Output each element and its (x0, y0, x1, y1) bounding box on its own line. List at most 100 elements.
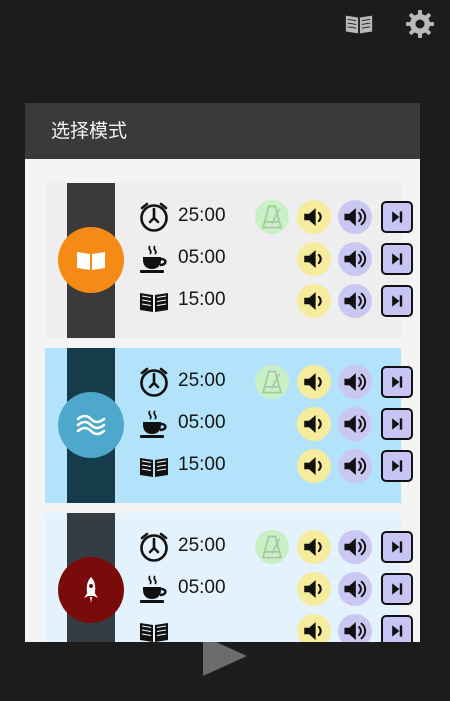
volume-high-icon (342, 369, 368, 395)
volume-high-button[interactable] (338, 407, 372, 441)
mode-card-3[interactable]: 25:00 05:00 (45, 513, 413, 642)
volume-low-button[interactable] (297, 200, 331, 234)
skip-icon (389, 623, 405, 639)
skip-button[interactable] (381, 243, 413, 275)
mode-badge-waves[interactable] (58, 392, 124, 458)
duration-text: 05:00 (178, 247, 226, 268)
volume-high-button[interactable] (338, 614, 372, 642)
volume-high-button[interactable] (338, 200, 372, 234)
volume-high-icon (342, 618, 368, 642)
volume-low-icon (301, 534, 327, 560)
mode-card-2[interactable]: 25:00 05:00 15:00 (45, 348, 413, 503)
clock-icon (138, 531, 170, 563)
duration-text: 25:00 (178, 205, 226, 226)
volume-high-icon (342, 246, 368, 272)
volume-high-button[interactable] (338, 449, 372, 483)
rocket-icon (75, 574, 107, 606)
skip-icon (389, 251, 405, 267)
volume-low-button[interactable] (297, 530, 331, 564)
book-icon (138, 615, 170, 642)
mode-row-work: 25:00 (138, 529, 413, 565)
skip-button[interactable] (381, 615, 413, 642)
skip-icon (389, 293, 405, 309)
volume-high-icon (342, 288, 368, 314)
skip-icon (389, 539, 405, 555)
clock-icon (138, 201, 170, 233)
volume-high-icon (342, 576, 368, 602)
volume-low-icon (301, 288, 327, 314)
volume-low-button[interactable] (297, 614, 331, 642)
mode-list[interactable]: 25:00 05:00 15:00 25:00 05:00 15:00 25:0… (25, 159, 420, 642)
volume-low-icon (301, 204, 327, 230)
volume-high-button[interactable] (338, 365, 372, 399)
mode-row-long-break (138, 613, 413, 642)
mode-card-1[interactable]: 25:00 05:00 15:00 (45, 183, 413, 338)
skip-icon (389, 458, 405, 474)
volume-low-button[interactable] (297, 365, 331, 399)
skip-icon (389, 416, 405, 432)
duration-text: 05:00 (178, 577, 226, 598)
mode-row-long-break: 15:00 (138, 448, 413, 484)
metronome-icon (259, 369, 285, 395)
volume-low-icon (301, 411, 327, 437)
volume-low-icon (301, 369, 327, 395)
play-button[interactable] (203, 636, 247, 676)
volume-high-icon (342, 534, 368, 560)
volume-low-button[interactable] (297, 284, 331, 318)
skip-icon (389, 209, 405, 225)
book-icon (138, 450, 170, 482)
coffee-icon (138, 408, 170, 440)
clock-icon (138, 366, 170, 398)
volume-low-button[interactable] (297, 242, 331, 276)
dialog-title: 选择模式 (25, 103, 420, 159)
book-icon (75, 244, 107, 276)
volume-high-icon (342, 411, 368, 437)
skip-button[interactable] (381, 366, 413, 398)
metronome-button[interactable] (255, 200, 289, 234)
book-icon (138, 285, 170, 317)
volume-low-button[interactable] (297, 572, 331, 606)
coffee-icon (138, 573, 170, 605)
skip-button[interactable] (381, 450, 413, 482)
metronome-icon (259, 534, 285, 560)
metronome-icon (259, 204, 285, 230)
waves-icon (75, 409, 107, 441)
volume-high-button[interactable] (338, 572, 372, 606)
mode-row-work: 25:00 (138, 364, 413, 400)
skip-button[interactable] (381, 573, 413, 605)
duration-text: 05:00 (178, 412, 226, 433)
volume-low-button[interactable] (297, 407, 331, 441)
mode-row-break: 05:00 (138, 241, 413, 277)
volume-high-icon (342, 453, 368, 479)
coffee-icon (138, 243, 170, 275)
duration-text: 15:00 (178, 289, 226, 310)
skip-button[interactable] (381, 285, 413, 317)
skip-icon (389, 374, 405, 390)
mode-row-long-break: 15:00 (138, 283, 413, 319)
mode-badge-rocket[interactable] (58, 557, 124, 623)
skip-button[interactable] (381, 201, 413, 233)
volume-low-icon (301, 246, 327, 272)
mode-badge-book[interactable] (58, 227, 124, 293)
volume-high-button[interactable] (338, 284, 372, 318)
volume-low-button[interactable] (297, 449, 331, 483)
skip-button[interactable] (381, 531, 413, 563)
mode-row-break: 05:00 (138, 406, 413, 442)
mode-row-break: 05:00 (138, 571, 413, 607)
book-icon[interactable] (343, 9, 375, 43)
metronome-button[interactable] (255, 530, 289, 564)
skip-button[interactable] (381, 408, 413, 440)
volume-high-button[interactable] (338, 242, 372, 276)
metronome-button[interactable] (255, 365, 289, 399)
duration-text: 15:00 (178, 454, 226, 475)
duration-text: 25:00 (178, 370, 226, 391)
volume-high-icon (342, 204, 368, 230)
skip-icon (389, 581, 405, 597)
mode-select-dialog: 选择模式 25:00 05:00 15:00 25:00 05:00 15:00… (25, 103, 420, 642)
volume-low-icon (301, 576, 327, 602)
gear-icon[interactable] (405, 9, 435, 43)
mode-row-work: 25:00 (138, 199, 413, 235)
volume-high-button[interactable] (338, 530, 372, 564)
duration-text: 25:00 (178, 535, 226, 556)
volume-low-icon (301, 618, 327, 642)
